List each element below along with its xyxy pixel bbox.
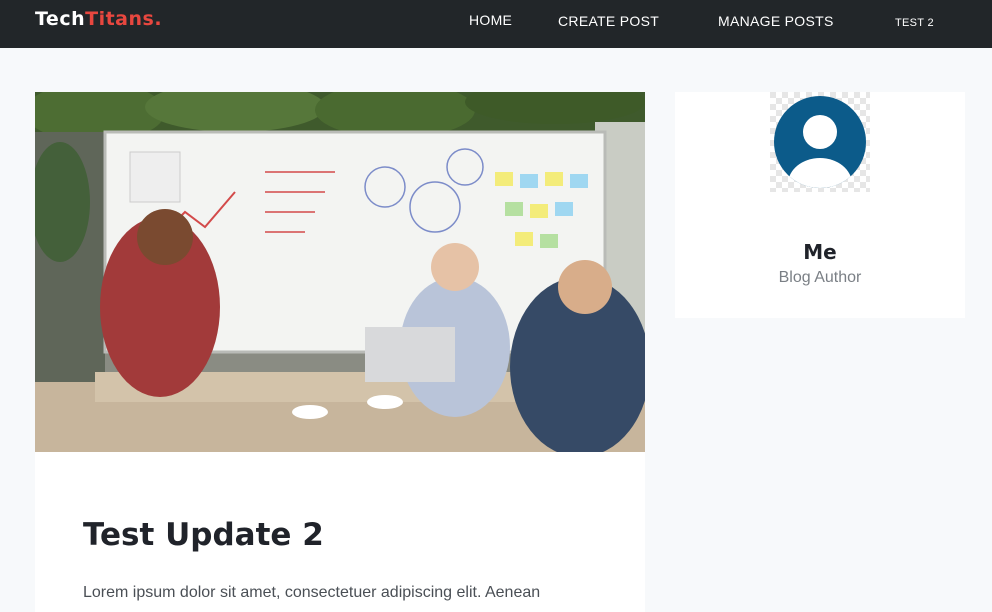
meeting-photo-illustration (35, 92, 645, 452)
nav-test-2-link[interactable]: TEST 2 (895, 14, 934, 32)
nav-create-post-link[interactable]: CREATE POST (558, 12, 659, 30)
post-title[interactable]: Test Update 2 (83, 517, 324, 553)
user-avatar-icon (770, 92, 870, 192)
brand-name-part1: Tech (35, 8, 86, 30)
post-excerpt: Lorem ipsum dolor sit amet, consectetuer… (83, 584, 541, 601)
author-name: Me (803, 240, 837, 264)
top-navbar: TechTitans. HOME CREATE POST MANAGE POST… (0, 0, 992, 48)
nav-home-link[interactable]: HOME (469, 11, 512, 29)
post-featured-image[interactable] (35, 92, 645, 452)
brand-name-part2: Titans. (85, 8, 163, 30)
brand-logo[interactable]: TechTitans. (35, 6, 162, 32)
author-card: Me Blog Author (675, 92, 965, 318)
post-card: Test Update 2 Lorem ipsum dolor sit amet… (35, 92, 645, 612)
author-role: Blog Author (778, 269, 862, 286)
nav-manage-posts-link[interactable]: MANAGE POSTS (718, 12, 834, 30)
